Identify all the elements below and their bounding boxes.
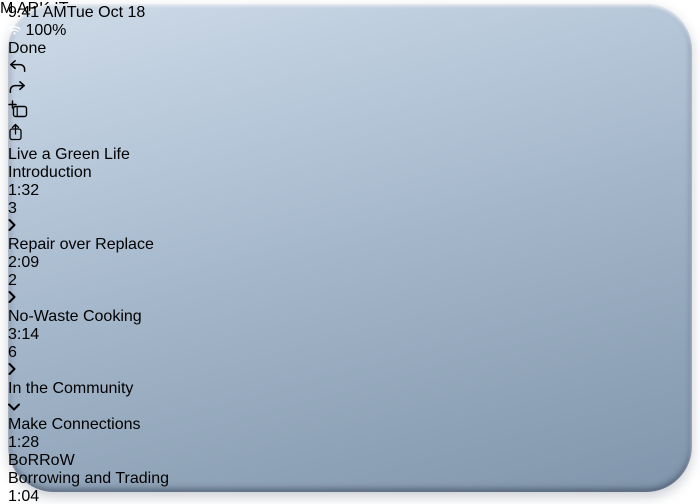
clip-count-badge: 3 — [8, 200, 692, 218]
status-time: 9:41 AM — [8, 4, 67, 21]
status-date: Tue Oct 18 — [67, 4, 146, 21]
clip-count-badge: 6 — [8, 344, 692, 362]
item-title: Make Connections — [8, 416, 692, 434]
thumbnail-borrow-text: BoRRoW — [8, 452, 75, 469]
clip-count-badge: 2 — [8, 272, 692, 290]
ipad-device-frame: 9:41 AMTue Oct 18 100% Done Live a Green… — [8, 4, 692, 492]
video-item-repair-over-replace[interactable]: Repair over Replace 2:09 2 — [8, 236, 692, 308]
item-title: Borrowing and Trading — [8, 470, 692, 488]
item-title: No-Waste Cooking — [8, 308, 692, 326]
add-media-button[interactable] — [8, 100, 692, 123]
thumbnail-borrowing-and-trading: BoRRoW — [8, 452, 692, 470]
item-duration: 2:09 — [8, 254, 692, 272]
battery-percent: 100% — [25, 22, 66, 39]
wifi-icon — [8, 22, 21, 39]
item-duration: 1:28 — [8, 434, 692, 452]
item-duration: 1:04 — [8, 488, 692, 504]
item-title: Repair over Replace — [8, 236, 692, 254]
chevron-right-icon — [8, 362, 692, 380]
item-duration: 3:14 — [8, 326, 692, 344]
share-button[interactable] — [8, 123, 692, 146]
chevron-right-icon — [8, 290, 692, 308]
chevron-right-icon — [8, 218, 692, 236]
video-item-no-waste-cooking-selected[interactable]: No-Waste Cooking 3:14 6 — [8, 308, 692, 380]
item-duration: 1:32 — [8, 182, 692, 200]
status-time-date: 9:41 AMTue Oct 18 — [8, 4, 692, 22]
done-button[interactable]: Done — [8, 40, 692, 58]
section-title-live-a-green-life: Live a Green Life — [8, 146, 692, 164]
video-item-introduction[interactable]: Introduction 1:32 3 — [8, 164, 692, 236]
section-in-the-community: In the Community Make Connections 1:28 B… — [8, 380, 692, 504]
section-header-in-the-community[interactable]: In the Community — [8, 380, 692, 416]
chevron-down-icon — [8, 398, 692, 416]
redo-button[interactable] — [8, 79, 692, 100]
screenshot-stage: 9:41 AMTue Oct 18 100% Done Live a Green… — [0, 0, 700, 504]
item-title: Introduction — [8, 164, 692, 182]
video-item-borrowing-and-trading[interactable]: BoRRoW Borrowing and Trading 1:04 — [8, 452, 692, 504]
video-item-make-connections[interactable]: Make Connections 1:28 — [8, 416, 692, 452]
section-title: In the Community — [8, 380, 692, 398]
ipad-screen: 9:41 AMTue Oct 18 100% Done Live a Green… — [8, 4, 692, 504]
status-right-cluster: 100% — [8, 22, 692, 40]
undo-button[interactable] — [8, 58, 692, 79]
